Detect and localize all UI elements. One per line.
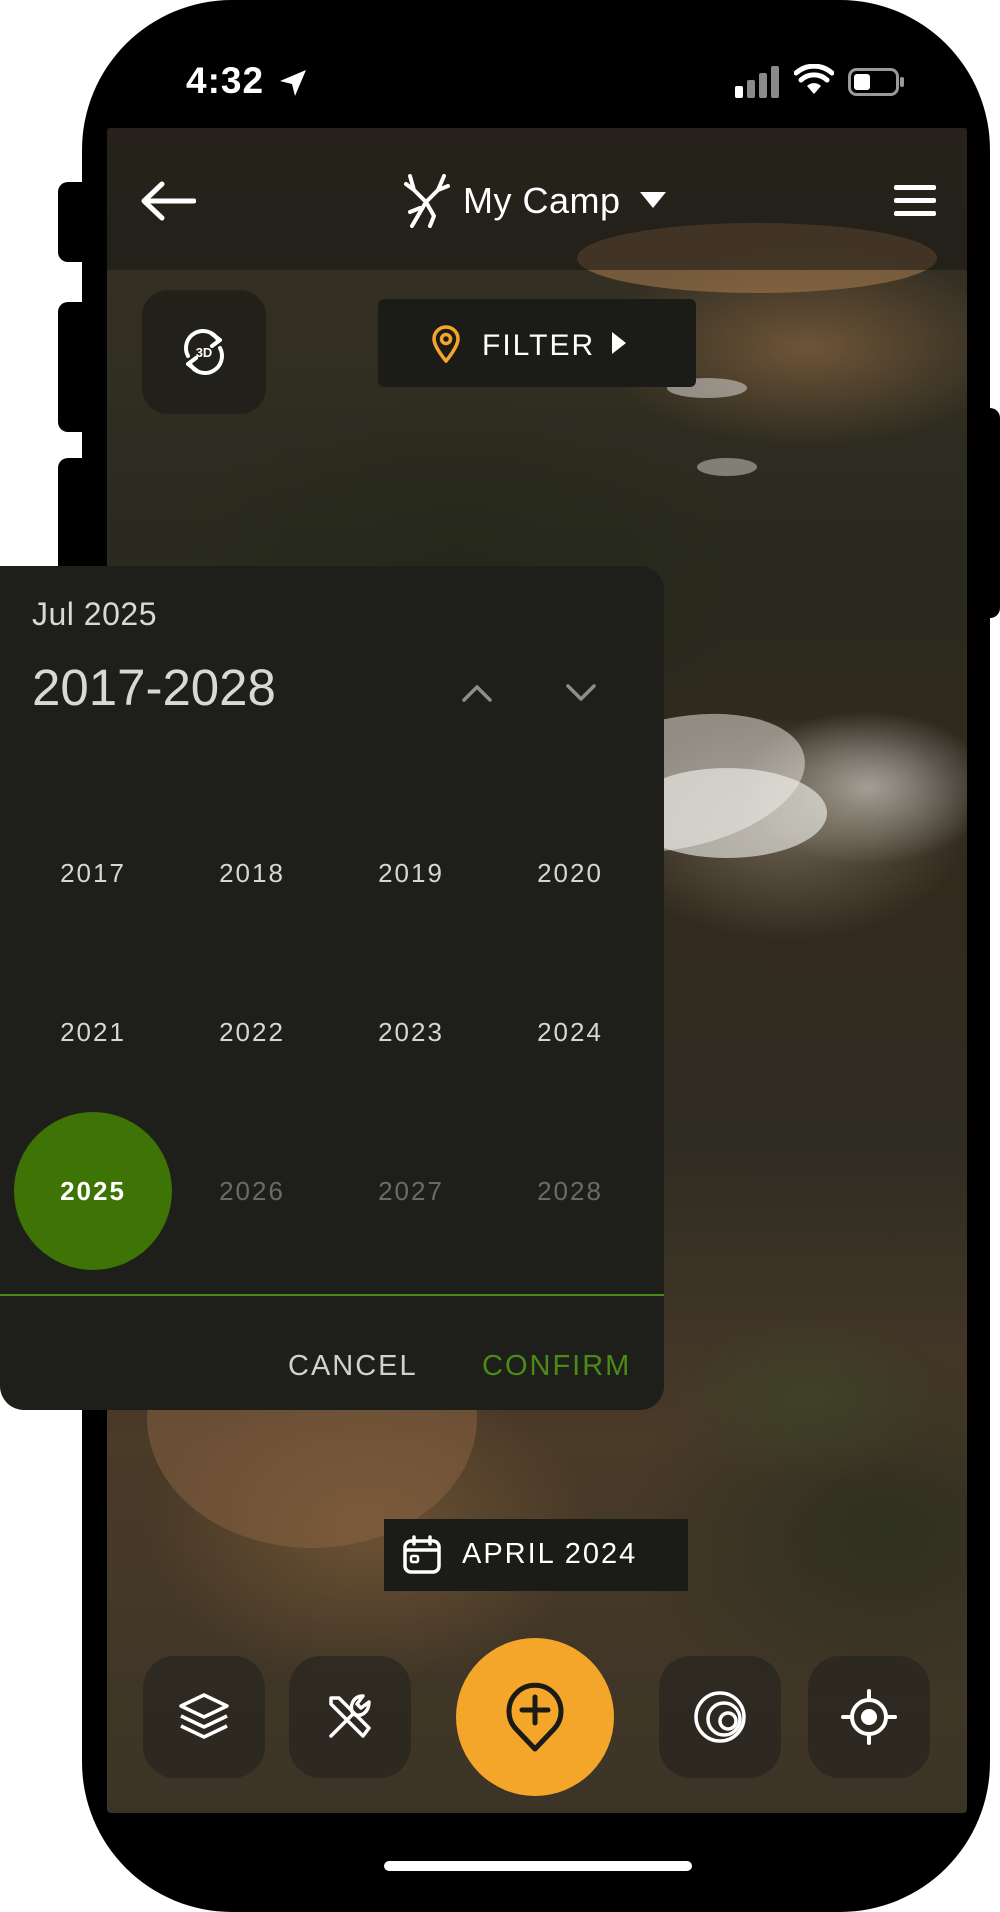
- back-arrow-icon[interactable]: [140, 178, 196, 224]
- chevron-down-icon[interactable]: [564, 682, 598, 704]
- status-time: 4:32: [186, 60, 265, 101]
- snow-patch: [697, 458, 757, 476]
- year-cell-2017[interactable]: 2017: [14, 794, 172, 952]
- tools-icon: [329, 1694, 371, 1738]
- play-arrow-icon: [612, 332, 626, 354]
- year-cell-2027: 2027: [378, 1175, 444, 1206]
- home-indicator: [384, 1861, 692, 1871]
- 3d-label: 3D: [196, 345, 213, 360]
- caret-down-icon[interactable]: [640, 192, 666, 208]
- volume-up-button: [58, 302, 88, 432]
- confirm-button[interactable]: CONFIRM: [482, 1350, 631, 1383]
- crosshair-locate-icon: [841, 1689, 897, 1745]
- imagery-date-chip[interactable]: APRIL 2024: [384, 1519, 688, 1591]
- year-cell-2020[interactable]: 2020: [491, 794, 649, 952]
- year-cell-2023[interactable]: 2023: [332, 953, 490, 1111]
- location-pin-icon: [432, 325, 460, 363]
- mute-switch: [58, 182, 88, 262]
- hamburger-menu-icon[interactable]: [894, 184, 936, 218]
- locate-me-button[interactable]: [808, 1656, 930, 1778]
- deer-antler-logo-icon: [404, 174, 450, 228]
- layers-icon: [179, 1693, 229, 1739]
- year-cell-2022[interactable]: 2022: [173, 953, 331, 1111]
- add-pin-button[interactable]: [456, 1638, 614, 1796]
- year-cell-2021[interactable]: 2021: [14, 953, 172, 1111]
- wifi-icon: [794, 64, 834, 94]
- location-arrow-icon: [280, 70, 306, 96]
- imagery-date-label: APRIL 2024: [462, 1538, 638, 1570]
- add-pin-icon: [506, 1682, 564, 1752]
- filter-button[interactable]: FILTER: [378, 299, 696, 387]
- battery-icon: [848, 68, 904, 96]
- year-cell-2025[interactable]: 2025: [14, 1112, 172, 1270]
- year-cell-2028: 2028: [537, 1175, 603, 1206]
- tools-button[interactable]: [289, 1656, 411, 1778]
- power-button: [986, 408, 1000, 618]
- cancel-button[interactable]: CANCEL: [288, 1350, 418, 1383]
- dialog-divider: [0, 1294, 664, 1296]
- year-range-label: 2017-2028: [32, 659, 276, 716]
- 3d-toggle-button[interactable]: 3D: [142, 290, 266, 414]
- cellular-signal-icon: [735, 66, 779, 98]
- year-cell-2024[interactable]: 2024: [491, 953, 649, 1111]
- range-rings-button[interactable]: [659, 1656, 781, 1778]
- camp-title[interactable]: My Camp: [463, 180, 621, 222]
- year-picker-dialog: Jul 2025 2017-2028 2017 2018 2019 2020 2021 2…: [0, 566, 664, 1410]
- selected-month-label: Jul 2025: [32, 596, 157, 632]
- year-cell-2018[interactable]: 2018: [173, 794, 331, 952]
- layers-button[interactable]: [143, 1656, 265, 1778]
- filter-label: FILTER: [482, 329, 596, 362]
- chevron-up-icon[interactable]: [460, 682, 494, 704]
- year-cell-2026: 2026: [219, 1175, 285, 1206]
- calendar-icon: [403, 1535, 441, 1574]
- 3d-rotate-icon: 3D: [184, 329, 224, 375]
- range-rings-icon: [694, 1691, 746, 1743]
- year-cell-2019[interactable]: 2019: [332, 794, 490, 952]
